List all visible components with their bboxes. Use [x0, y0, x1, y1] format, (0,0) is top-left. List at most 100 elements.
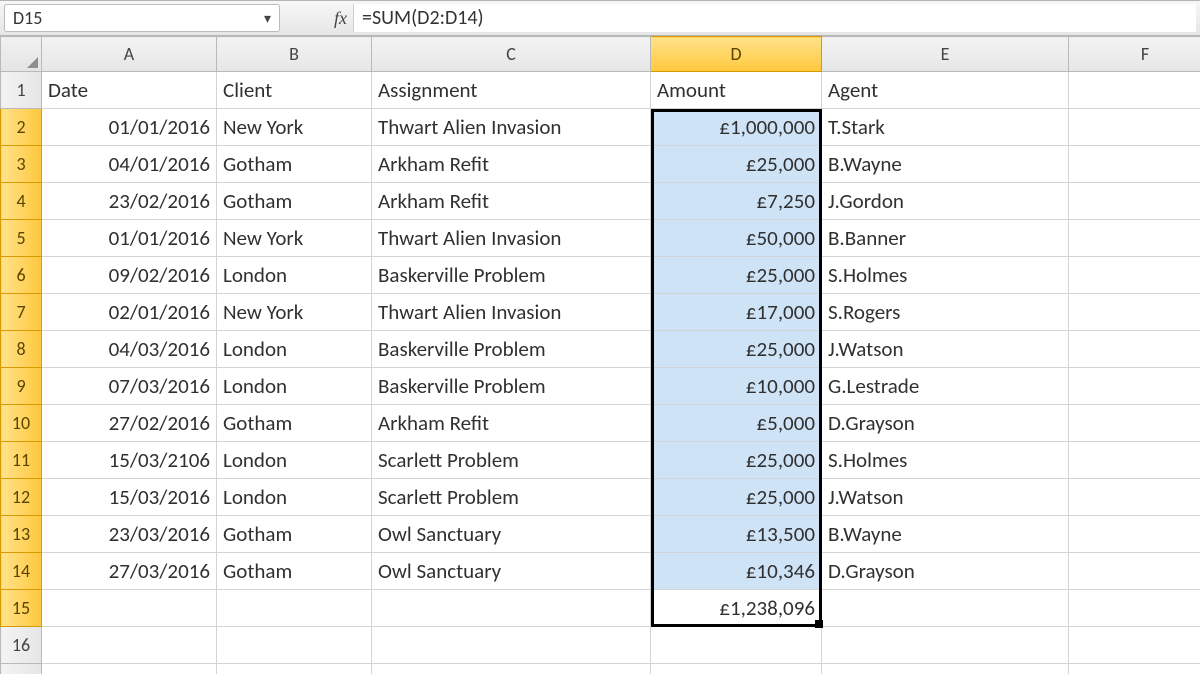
cell-D7[interactable]: £17,000 — [651, 294, 822, 331]
cell-C11[interactable]: Scarlett Problem — [372, 442, 651, 479]
cell-B9[interactable]: London — [217, 368, 372, 405]
cell-D1[interactable]: Amount — [651, 72, 822, 109]
cell-F1[interactable] — [1069, 72, 1200, 109]
cell-D15[interactable]: £1,238,096 — [651, 590, 822, 627]
cell-F3[interactable] — [1069, 146, 1200, 183]
spreadsheet-grid[interactable]: ABCDEF 1DateClientAssignmentAmountAgent2… — [0, 36, 1200, 674]
cell-B11[interactable]: London — [217, 442, 372, 479]
cell-A3[interactable]: 04/01/2016 — [42, 146, 217, 183]
cell-C14[interactable]: Owl Sanctuary — [372, 553, 651, 590]
cell-C10[interactable]: Arkham Refit — [372, 405, 651, 442]
cell-C1[interactable]: Assignment — [372, 72, 651, 109]
cell-D12[interactable]: £25,000 — [651, 479, 822, 516]
row-header-10[interactable]: 10 — [1, 405, 42, 442]
cell-B16[interactable] — [217, 627, 372, 664]
row-header-3[interactable]: 3 — [1, 146, 42, 183]
cell-C7[interactable]: Thwart Alien Invasion — [372, 294, 651, 331]
name-box-dropdown-icon[interactable]: ▾ — [264, 10, 271, 27]
cell-E2[interactable]: T.Stark — [822, 109, 1069, 146]
cell-D14[interactable]: £10,346 — [651, 553, 822, 590]
fx-button[interactable]: fx — [328, 1, 353, 35]
row-header-14[interactable]: 14 — [1, 553, 42, 590]
column-header-A[interactable]: A — [42, 37, 217, 72]
cell-C4[interactable]: Arkham Refit — [372, 183, 651, 220]
cell-F6[interactable] — [1069, 257, 1200, 294]
cell-D5[interactable]: £50,000 — [651, 220, 822, 257]
cell-C17[interactable] — [372, 664, 651, 674]
cell-F17[interactable] — [1069, 664, 1200, 674]
cell-E9[interactable]: G.Lestrade — [822, 368, 1069, 405]
cell-F5[interactable] — [1069, 220, 1200, 257]
cell-B8[interactable]: London — [217, 331, 372, 368]
column-header-C[interactable]: C — [372, 37, 651, 72]
row-header-12[interactable]: 12 — [1, 479, 42, 516]
cell-A4[interactable]: 23/02/2016 — [42, 183, 217, 220]
cell-E5[interactable]: B.Banner — [822, 220, 1069, 257]
cell-B10[interactable]: Gotham — [217, 405, 372, 442]
cell-D17[interactable] — [651, 664, 822, 674]
cell-F10[interactable] — [1069, 405, 1200, 442]
cell-A16[interactable] — [42, 627, 217, 664]
cell-F16[interactable] — [1069, 627, 1200, 664]
cell-E11[interactable]: S.Holmes — [822, 442, 1069, 479]
row-header-15[interactable]: 15 — [1, 590, 42, 627]
cell-B3[interactable]: Gotham — [217, 146, 372, 183]
cell-E15[interactable] — [822, 590, 1069, 627]
cell-D13[interactable]: £13,500 — [651, 516, 822, 553]
cell-A12[interactable]: 15/03/2016 — [42, 479, 217, 516]
row-header-11[interactable]: 11 — [1, 442, 42, 479]
cell-C9[interactable]: Baskerville Problem — [372, 368, 651, 405]
cell-F15[interactable] — [1069, 590, 1200, 627]
column-header-F[interactable]: F — [1069, 37, 1200, 72]
cell-D3[interactable]: £25,000 — [651, 146, 822, 183]
cell-C5[interactable]: Thwart Alien Invasion — [372, 220, 651, 257]
row-header-8[interactable]: 8 — [1, 331, 42, 368]
name-box[interactable]: D15 ▾ — [4, 4, 280, 32]
row-header-5[interactable]: 5 — [1, 220, 42, 257]
row-header-13[interactable]: 13 — [1, 516, 42, 553]
cell-D9[interactable]: £10,000 — [651, 368, 822, 405]
row-header-1[interactable]: 1 — [1, 72, 42, 109]
cell-E16[interactable] — [822, 627, 1069, 664]
cell-B15[interactable] — [217, 590, 372, 627]
cell-A17[interactable] — [42, 664, 217, 674]
cell-A14[interactable]: 27/03/2016 — [42, 553, 217, 590]
cell-A9[interactable]: 07/03/2016 — [42, 368, 217, 405]
cell-D6[interactable]: £25,000 — [651, 257, 822, 294]
cell-A11[interactable]: 15/03/2106 — [42, 442, 217, 479]
cell-C2[interactable]: Thwart Alien Invasion — [372, 109, 651, 146]
cell-F8[interactable] — [1069, 331, 1200, 368]
cell-B14[interactable]: Gotham — [217, 553, 372, 590]
cell-F14[interactable] — [1069, 553, 1200, 590]
cell-F13[interactable] — [1069, 516, 1200, 553]
column-header-D[interactable]: D — [651, 37, 822, 72]
cell-A15[interactable] — [42, 590, 217, 627]
cell-E3[interactable]: B.Wayne — [822, 146, 1069, 183]
cell-E4[interactable]: J.Gordon — [822, 183, 1069, 220]
row-header-16[interactable]: 16 — [1, 627, 42, 664]
cell-B6[interactable]: London — [217, 257, 372, 294]
cell-B5[interactable]: New York — [217, 220, 372, 257]
cell-D10[interactable]: £5,000 — [651, 405, 822, 442]
cell-C15[interactable] — [372, 590, 651, 627]
cell-A2[interactable]: 01/01/2016 — [42, 109, 217, 146]
cell-C8[interactable]: Baskerville Problem — [372, 331, 651, 368]
cell-C16[interactable] — [372, 627, 651, 664]
cell-C6[interactable]: Baskerville Problem — [372, 257, 651, 294]
cell-B2[interactable]: New York — [217, 109, 372, 146]
cell-A5[interactable]: 01/01/2016 — [42, 220, 217, 257]
cell-D8[interactable]: £25,000 — [651, 331, 822, 368]
cell-F12[interactable] — [1069, 479, 1200, 516]
cell-A8[interactable]: 04/03/2016 — [42, 331, 217, 368]
column-header-E[interactable]: E — [822, 37, 1069, 72]
row-header-17[interactable]: 17 — [1, 664, 42, 674]
cell-D2[interactable]: £1,000,000 — [651, 109, 822, 146]
cell-B12[interactable]: London — [217, 479, 372, 516]
cell-E6[interactable]: S.Holmes — [822, 257, 1069, 294]
cell-F4[interactable] — [1069, 183, 1200, 220]
cell-E7[interactable]: S.Rogers — [822, 294, 1069, 331]
cell-B4[interactable]: Gotham — [217, 183, 372, 220]
cell-E17[interactable] — [822, 664, 1069, 674]
cell-D16[interactable] — [651, 627, 822, 664]
cell-E12[interactable]: J.Watson — [822, 479, 1069, 516]
